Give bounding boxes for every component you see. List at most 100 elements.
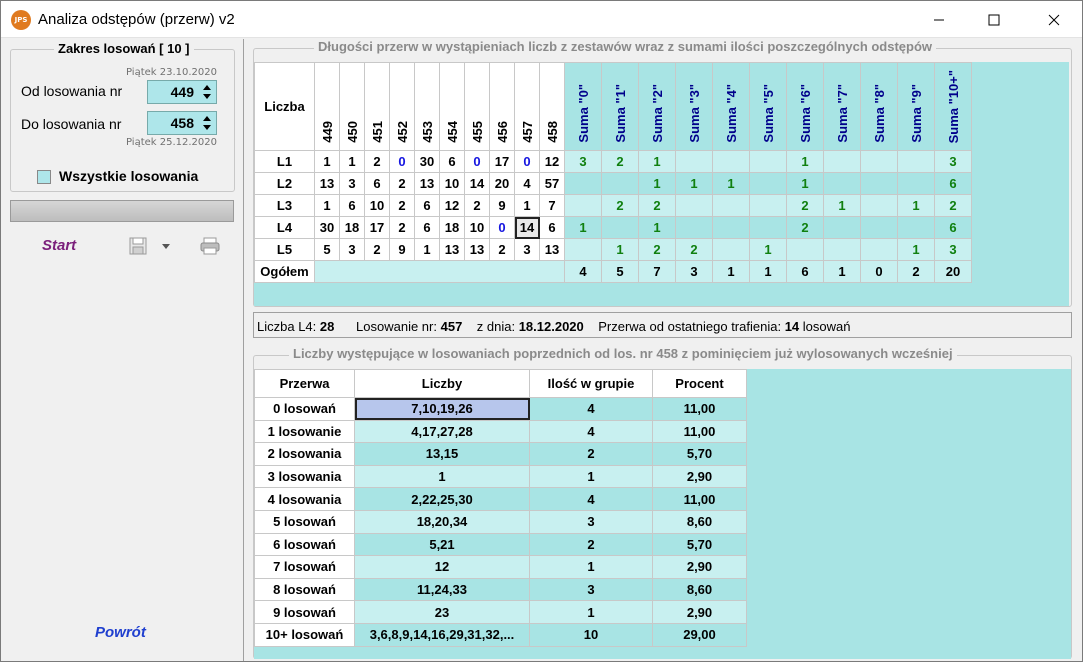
to-value[interactable]: 458 [148, 115, 194, 131]
interval-cell[interactable]: 2 [364, 150, 390, 173]
maximize-button[interactable] [971, 1, 1017, 38]
sum-cell[interactable] [823, 216, 861, 239]
sum-cell[interactable]: 1 [675, 172, 713, 195]
sum-cell[interactable] [860, 172, 898, 195]
sum-cell[interactable]: 2 [638, 194, 676, 217]
sum-cell[interactable]: 2 [786, 194, 824, 217]
sum-cell[interactable] [823, 172, 861, 195]
sum-cell[interactable]: 1 [638, 172, 676, 195]
interval-cell[interactable]: 2 [489, 238, 515, 261]
sum-cell[interactable]: 1 [823, 194, 861, 217]
gap-cell[interactable]: 5,70 [652, 442, 747, 466]
sum-cell[interactable]: 3 [934, 238, 972, 261]
interval-cell[interactable]: 13 [314, 172, 340, 195]
spin-arrows-icon[interactable] [200, 83, 214, 101]
gap-cell[interactable]: 1 [529, 555, 653, 579]
start-button[interactable]: Start [42, 237, 76, 254]
close-button[interactable] [1031, 1, 1077, 38]
sum-cell[interactable] [675, 216, 713, 239]
sum-cell[interactable] [860, 194, 898, 217]
interval-cell[interactable]: 7 [539, 194, 565, 217]
interval-cell[interactable]: 0 [514, 150, 540, 173]
gap-cell[interactable]: 2 [529, 442, 653, 466]
interval-cell[interactable]: 6 [339, 194, 365, 217]
gap-cell[interactable]: 2,90 [652, 600, 747, 624]
interval-cell[interactable]: 6 [539, 216, 565, 239]
interval-cell[interactable]: 17 [489, 150, 515, 173]
sum-cell[interactable] [712, 238, 750, 261]
sum-cell[interactable] [601, 216, 639, 239]
sum-cell[interactable]: 2 [601, 150, 639, 173]
sum-cell[interactable] [823, 238, 861, 261]
sum-cell[interactable] [675, 194, 713, 217]
interval-cell[interactable]: 6 [414, 216, 440, 239]
chevron-down-icon[interactable] [161, 243, 171, 251]
gap-cell[interactable]: 11,00 [652, 487, 747, 511]
sum-cell[interactable]: 3 [934, 150, 972, 173]
interval-cell[interactable]: 1 [514, 194, 540, 217]
gap-cell[interactable]: 4 [529, 487, 653, 511]
interval-cell[interactable]: 0 [489, 216, 515, 239]
gap-cell[interactable]: 3,6,8,9,14,16,29,31,32,... [354, 622, 530, 647]
interval-cell[interactable]: 30 [414, 150, 440, 173]
sum-cell[interactable] [860, 238, 898, 261]
interval-cell[interactable]: 4 [514, 172, 540, 195]
interval-cell[interactable]: 12 [439, 194, 465, 217]
interval-cell[interactable]: 2 [389, 216, 415, 239]
sum-cell[interactable] [823, 150, 861, 173]
interval-cell[interactable]: 12 [539, 150, 565, 173]
gap-cell[interactable]: 12 [354, 555, 530, 579]
sum-cell[interactable]: 2 [601, 194, 639, 217]
interval-cell[interactable]: 10 [364, 194, 390, 217]
sum-cell[interactable] [749, 150, 787, 173]
interval-cell[interactable]: 2 [364, 238, 390, 261]
interval-cell[interactable]: 1 [414, 238, 440, 261]
sum-cell[interactable] [712, 194, 750, 217]
minimize-button[interactable] [916, 1, 962, 38]
from-value[interactable]: 449 [148, 84, 194, 100]
interval-cell[interactable]: 30 [314, 216, 340, 239]
interval-cell[interactable]: 13 [539, 238, 565, 261]
interval-cell[interactable]: 1 [339, 150, 365, 173]
sum-cell[interactable]: 1 [638, 150, 676, 173]
interval-cell[interactable]: 13 [464, 238, 490, 261]
interval-cell[interactable]: 13 [439, 238, 465, 261]
gap-cell[interactable]: 8,60 [652, 509, 747, 534]
intervals-grid[interactable]: Liczba /449 450 451 452 453 454 455 456 … [254, 62, 1069, 306]
interval-cell[interactable]: 14 [464, 172, 490, 195]
sum-cell[interactable] [749, 172, 787, 195]
spin-arrows-icon[interactable] [200, 114, 214, 132]
sum-cell[interactable] [860, 216, 898, 239]
sum-cell[interactable]: 1 [601, 238, 639, 261]
gap-cell[interactable]: 4,17,27,28 [354, 419, 530, 444]
to-spinner[interactable]: 458 [147, 111, 217, 135]
sum-cell[interactable] [860, 150, 898, 173]
gap-cell[interactable]: 1 [354, 464, 530, 489]
interval-cell[interactable]: 9 [389, 238, 415, 261]
sum-cell[interactable] [897, 172, 935, 195]
gap-cell[interactable]: 11,00 [652, 397, 747, 421]
gap-cell[interactable]: 11,24,33 [354, 577, 530, 602]
gap-cell[interactable]: 4 [529, 397, 653, 421]
sum-cell[interactable] [786, 238, 824, 261]
sum-cell[interactable] [749, 216, 787, 239]
gap-cell[interactable]: 8,60 [652, 577, 747, 602]
interval-cell[interactable]: 3 [339, 172, 365, 195]
all-draws-label[interactable]: Wszystkie losowania [59, 168, 198, 184]
interval-cell[interactable]: 57 [539, 172, 565, 195]
interval-cell[interactable]: 9 [489, 194, 515, 217]
interval-cell[interactable]: 20 [489, 172, 515, 195]
gap-cell[interactable]: 29,00 [652, 622, 747, 647]
sum-cell[interactable]: 1 [564, 216, 602, 239]
gap-cell[interactable]: 5,21 [354, 532, 530, 557]
interval-cell[interactable]: 14 [514, 216, 540, 239]
gap-cell[interactable]: 13,15 [354, 442, 530, 466]
interval-cell[interactable]: 17 [364, 216, 390, 239]
sum-cell[interactable] [897, 216, 935, 239]
gap-cell[interactable]: 7,10,19,26 [354, 397, 530, 421]
gap-cell[interactable]: 18,20,34 [354, 509, 530, 534]
sum-cell[interactable]: 1 [897, 238, 935, 261]
sum-cell[interactable] [564, 238, 602, 261]
sum-cell[interactable]: 2 [638, 238, 676, 261]
interval-cell[interactable]: 2 [464, 194, 490, 217]
